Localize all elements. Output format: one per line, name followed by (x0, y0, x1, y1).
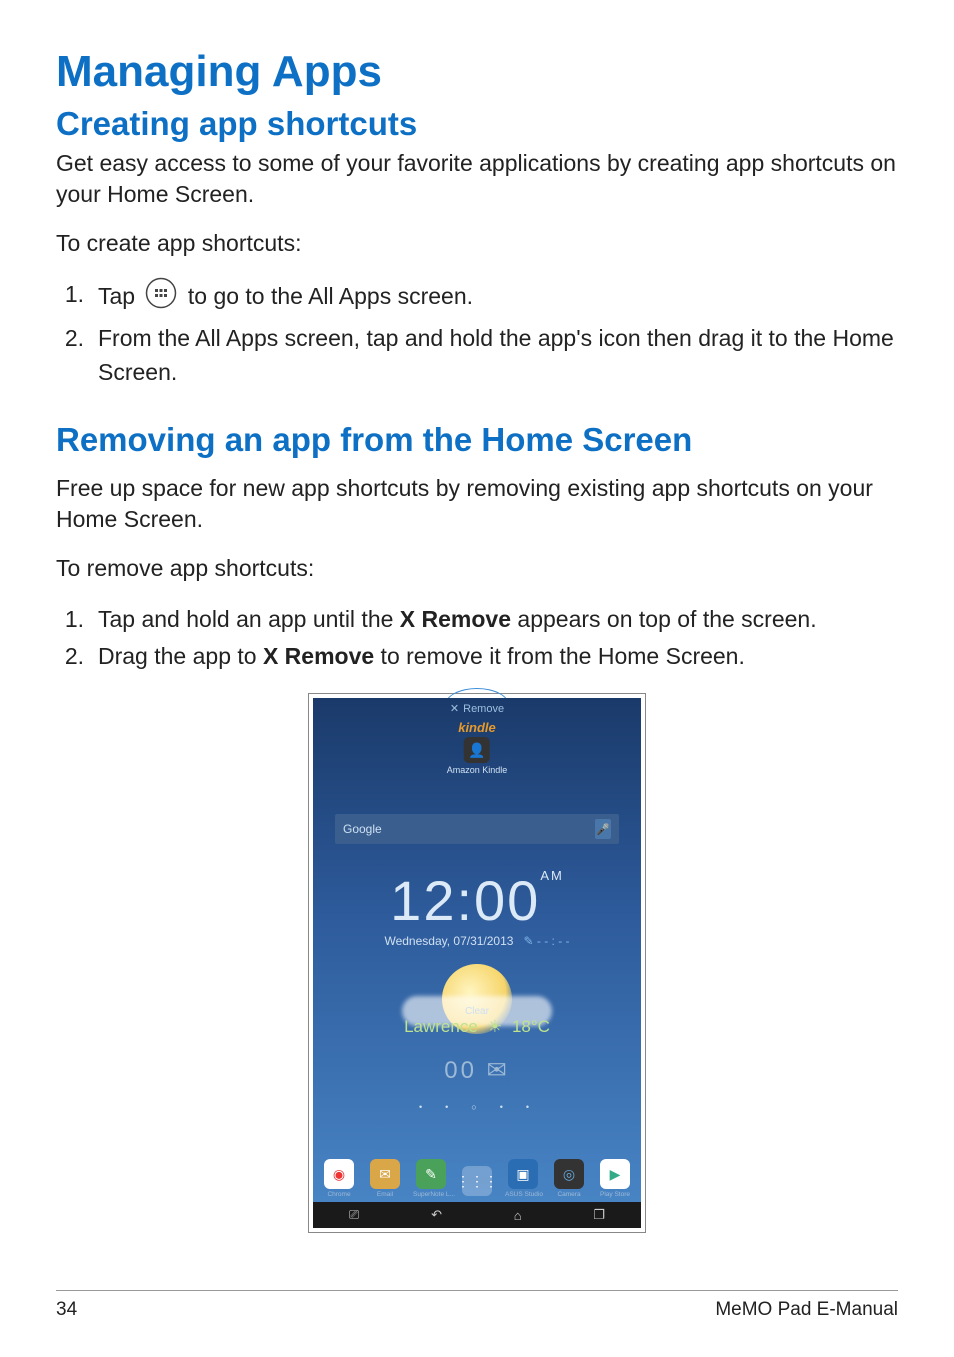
dock-app-playstore[interactable]: ▶Play Store (597, 1159, 633, 1198)
date-text: Wednesday, 07/31/2013 (384, 934, 513, 948)
steps-list-a: 1. Tap to go to the All Apps screen. 2. … (56, 277, 898, 390)
clock-time: 12:00 (390, 869, 540, 932)
lead-paragraph-b: To remove app shortcuts: (56, 553, 898, 584)
list-item: 1. Tap and hold an app until the X Remov… (56, 602, 898, 637)
step-text-post: to go to the All Apps screen. (181, 283, 473, 309)
remove-bar[interactable]: ✕ Remove (450, 702, 504, 715)
list-item: 2. Drag the app to X Remove to remove it… (56, 639, 898, 674)
lead-paragraph-a: To create app shortcuts: (56, 228, 898, 259)
list-item: 2. From the All Apps screen, tap and hol… (56, 321, 898, 390)
doc-title: MeMO Pad E-Manual (715, 1299, 898, 1321)
dock-app-chrome[interactable]: ◉Chrome (321, 1159, 357, 1198)
intro-paragraph-b: Free up space for new app shortcuts by r… (56, 473, 898, 535)
dock-label: Chrome (321, 1191, 357, 1198)
system-navbar: ⎚ ↶ ⌂ ❐ (313, 1202, 641, 1228)
kindle-brand: kindle (447, 720, 508, 735)
page-title-h1: Managing Apps (56, 48, 898, 96)
nav-screenshot-icon[interactable]: ⎚ (349, 1207, 359, 1223)
dock-label: Email (367, 1191, 403, 1198)
step-number: 2. (56, 321, 98, 356)
kindle-label: Amazon Kindle (447, 765, 508, 775)
list-item: 1. Tap to go to the All Apps screen. (56, 277, 898, 319)
dock-app-camera[interactable]: ◎Camera (551, 1159, 587, 1198)
step-number: 1. (56, 602, 98, 637)
step-number: 2. (56, 639, 98, 674)
home-screen: ✕ Remove kindle 👤 Amazon Kindle Google 🎤… (313, 698, 641, 1228)
weather-temp-row: Clear Lawrence ☀ 18°C (313, 1006, 641, 1037)
intro-paragraph-a: Get easy access to some of your favorite… (56, 148, 898, 210)
step-text-post: to remove it from the Home Screen. (374, 643, 745, 669)
step-number: 1. (56, 277, 98, 312)
manual-page: Managing Apps Creating app shortcuts Get… (0, 0, 954, 1357)
remove-label: Remove (463, 703, 504, 715)
page-number: 34 (56, 1299, 77, 1321)
nav-back-icon[interactable]: ↶ (431, 1207, 442, 1223)
mail-widget[interactable]: 00 ✉ (313, 1056, 641, 1085)
step-text-pre: Tap (98, 283, 141, 309)
x-remove-label: X Remove (263, 643, 374, 669)
dock-label: Play Store (597, 1191, 633, 1198)
section-heading-creating: Creating app shortcuts (56, 104, 898, 144)
x-remove-label: X Remove (400, 606, 511, 632)
mail-icon: ✉ (487, 1057, 510, 1084)
nav-home-icon[interactable]: ⌂ (514, 1208, 522, 1223)
dock-app-allapps[interactable]: ⋮⋮⋮ (459, 1166, 495, 1198)
step-body: Tap to go to the All Apps screen. (98, 277, 898, 319)
step-body: Tap and hold an app until the X Remove a… (98, 602, 898, 637)
all-apps-icon (145, 277, 177, 319)
section-heading-removing: Removing an app from the Home Screen (56, 420, 898, 460)
step-body: Drag the app to X Remove to remove it fr… (98, 639, 898, 674)
close-icon: ✕ (450, 702, 459, 715)
kindle-icon: 👤 (464, 737, 490, 763)
device-screenshot: ✕ Remove kindle 👤 Amazon Kindle Google 🎤… (308, 693, 646, 1233)
mic-icon[interactable]: 🎤 (595, 819, 611, 839)
mail-count: 00 (444, 1057, 477, 1084)
dock-app-email[interactable]: ✉Email (367, 1159, 403, 1198)
page-indicator: • • ○ • • (313, 1102, 641, 1112)
dock-label: ASUS Studio (505, 1191, 541, 1198)
clock-ampm: AM (540, 868, 564, 883)
step-text-pre: Drag the app to (98, 643, 263, 669)
dock-label: SuperNote L... (413, 1191, 449, 1198)
step-text-post: appears on top of the screen. (511, 606, 817, 632)
nav-recent-icon[interactable]: ❐ (593, 1207, 605, 1223)
weather-cond: Clear (465, 1006, 489, 1017)
clock-widget[interactable]: 12:00AM (313, 868, 641, 933)
dock-app-supernote[interactable]: ✎SuperNote L... (413, 1159, 449, 1198)
dock-app-studio[interactable]: ▣ASUS Studio (505, 1159, 541, 1198)
search-placeholder: Google (343, 822, 382, 836)
dock: ◉Chrome ✉Email ✎SuperNote L... ⋮⋮⋮ ▣ASUS… (321, 1142, 633, 1198)
step-body: From the All Apps screen, tap and hold t… (98, 321, 898, 390)
date-bar: Wednesday, 07/31/2013 ✎ - - : - - (313, 934, 641, 948)
dragged-app[interactable]: kindle 👤 Amazon Kindle (447, 720, 508, 775)
google-search-bar[interactable]: Google 🎤 (335, 814, 619, 844)
steps-list-b: 1. Tap and hold an app until the X Remov… (56, 602, 898, 673)
weather-city: Lawrence (404, 1017, 478, 1036)
dock-label: Camera (551, 1191, 587, 1198)
step-text-pre: Tap and hold an app until the (98, 606, 400, 632)
page-footer: 34 MeMO Pad E-Manual (56, 1290, 898, 1321)
weather-temp: 18°C (512, 1017, 550, 1036)
